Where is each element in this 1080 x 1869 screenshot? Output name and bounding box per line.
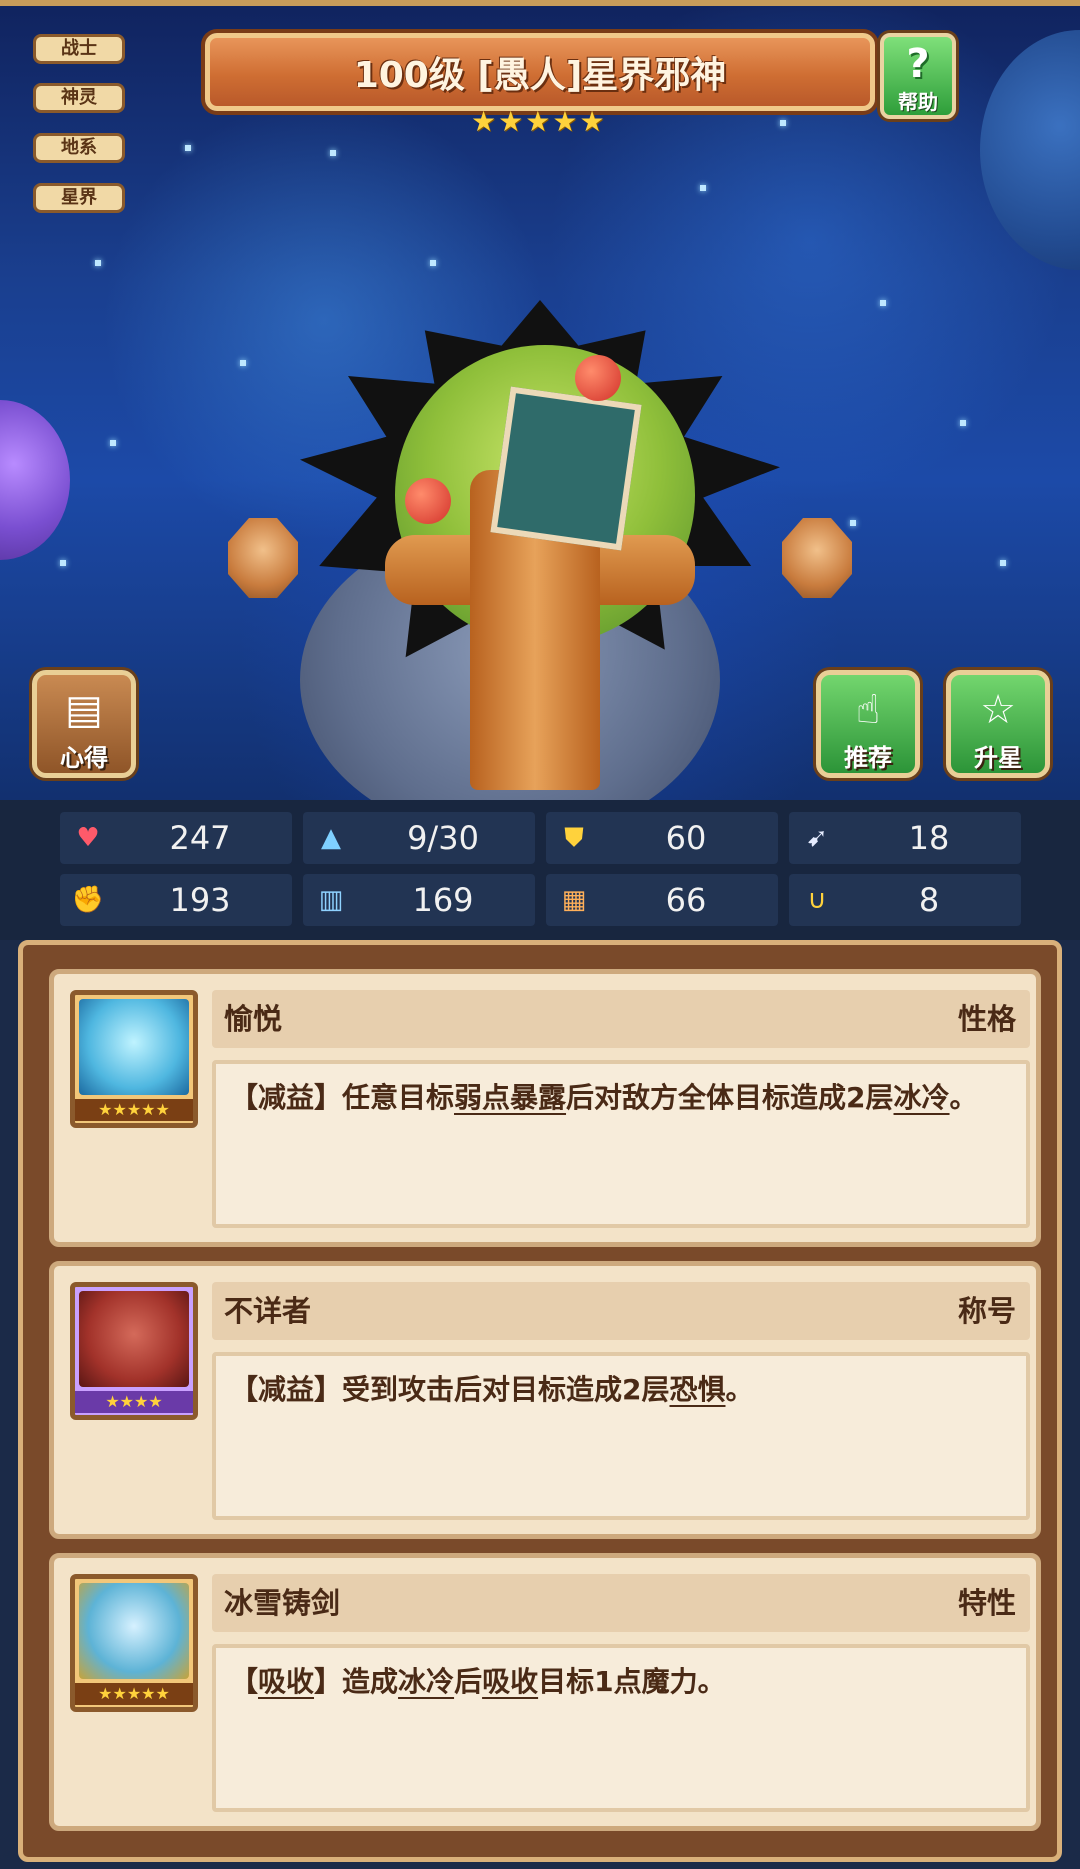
top-border [0,0,1080,6]
star-up-label: 升星 [974,744,1022,772]
stat-value: 8 [918,881,940,919]
horseshoe-icon: ∪ [807,885,827,915]
avatar [79,999,189,1095]
trait-card-feature[interactable]: ★★★★★ 冰雪铸剑 特性 【吸收】造成冰冷后吸收目标1点魔力。 [49,1553,1041,1831]
star-icon: ☆ [980,687,1016,733]
prev-hero-gem[interactable] [228,518,298,598]
planet-left [0,400,70,560]
desc-text: 】造成 [314,1665,399,1698]
keyword-link[interactable]: 恐惧 [669,1373,725,1406]
trait-name: 愉悦 [224,1002,283,1036]
trait-portrait: ★★★★★ [70,1574,198,1712]
trait-header: 愉悦 性格 [212,990,1030,1048]
stat-value: 169 [412,881,474,919]
keyword-link[interactable]: 吸收 [482,1665,538,1698]
stat-value: 66 [665,881,707,919]
stat-value: 18 [908,819,950,857]
portrait-stars: ★★★★★ [75,1099,193,1121]
trait-description: 【吸收】造成冰冷后吸收目标1点魔力。 [212,1644,1030,1812]
stat-luck: ∪ 8 [789,874,1021,926]
trait-type: 称号 [957,1294,1016,1328]
trait-type: 特性 [957,1586,1016,1620]
keyword-link[interactable]: 弱点暴露 [454,1081,566,1114]
star-icon: ★ [552,105,578,138]
trait-type: 性格 [957,1002,1016,1036]
stats-panel: ♥ 247 ▲ 9/30 ⛊ 60 ➹ 18 ✊ 193 ▥ 169 ▦ 66 … [0,800,1080,940]
stat-value: 60 [665,819,707,857]
hero-portrait-frame [490,386,642,551]
stat-defense: ⛊ 60 [546,812,778,864]
trait-name: 不详者 [224,1294,312,1328]
wing-icon: ➹ [806,823,828,853]
portrait-stars: ★★★★ [75,1391,193,1413]
desc-text: 目标1点魔力。 [538,1665,726,1698]
stat-value: 247 [169,819,231,857]
recommend-button[interactable]: ☝ 推荐 [816,670,920,778]
next-hero-gem[interactable] [782,518,852,598]
hero-title-banner: 100级 [愚人]星界邪神 [205,33,875,111]
book-icon: ▥ [318,885,344,915]
desc-text: 后 [454,1665,483,1698]
hero-title: 100级 [愚人]星界邪神 [353,55,727,96]
trait-portrait: ★★★★★ [70,990,198,1128]
water-drop-icon: ▲ [321,823,341,853]
portrait-stars: ★★★★★ [75,1683,193,1705]
planet-right [980,30,1080,270]
stat-hp: ♥ 247 [60,812,292,864]
stat-attack: ✊ 193 [60,874,292,926]
trait-card-title[interactable]: ★★★★ 不详者 称号 【减益】受到攻击后对目标造成2层恐惧。 [49,1261,1041,1539]
tag-class: 战士 [33,34,125,64]
desc-text: 【 [230,1665,259,1698]
stat-value: 193 [169,881,231,919]
star-icon: ★ [498,105,524,138]
avatar [79,1583,189,1679]
notes-button[interactable]: ▤ 心得 [32,670,136,778]
notes-label: 心得 [60,744,108,772]
desc-text: 。 [949,1081,978,1114]
desc-text: 后对敌方全体目标造成2层 [566,1081,894,1114]
trait-name: 冰雪铸剑 [224,1586,341,1620]
thumbs-up-icon: ☝ [855,687,881,733]
help-button[interactable]: ? 帮助 [880,33,956,119]
red-orb [575,355,621,401]
scroll-icon: ▦ [561,885,587,915]
trait-portrait: ★★★★ [70,1282,198,1420]
trait-header: 冰雪铸剑 特性 [212,1574,1030,1632]
trait-description: 【减益】受到攻击后对目标造成2层恐惧。 [212,1352,1030,1520]
red-orb [405,478,451,524]
desc-text: 。 [725,1373,754,1406]
trait-card-personality[interactable]: ★★★★★ 愉悦 性格 【减益】任意目标弱点暴露后对敌方全体目标造成2层冰冷。 [49,969,1041,1247]
recommend-label: 推荐 [844,744,892,772]
stat-magic: ▥ 169 [303,874,535,926]
avatar [79,1291,189,1387]
desc-text: 【减益】任意目标 [230,1081,455,1114]
star-up-button[interactable]: ☆ 升星 [946,670,1050,778]
stat-mana: ▲ 9/30 [303,812,535,864]
stat-speed: ➹ 18 [789,812,1021,864]
tag-race: 神灵 [33,83,125,113]
tag-origin: 星界 [33,183,125,213]
traits-panel: ★★★★★ 愉悦 性格 【减益】任意目标弱点暴露后对敌方全体目标造成2层冰冷。 … [18,940,1062,1862]
keyword-link[interactable]: 吸收 [258,1665,314,1698]
star-icon: ★ [525,105,551,138]
note-icon: ▤ [65,687,103,733]
trait-description: 【减益】任意目标弱点暴露后对敌方全体目标造成2层冰冷。 [212,1060,1030,1228]
stat-resist: ▦ 66 [546,874,778,926]
heart-icon: ♥ [76,823,100,853]
keyword-link[interactable]: 冰冷 [894,1081,950,1114]
hero-star-rating: ★ ★ ★ ★ ★ [470,107,606,137]
tag-element: 地系 [33,133,125,163]
star-icon: ★ [579,105,605,138]
question-icon: ? [906,41,930,87]
help-label: 帮助 [898,90,938,114]
stat-value: 9/30 [407,819,479,857]
hero-scene: 战士 神灵 地系 星界 100级 [愚人]星界邪神 ★ ★ ★ ★ ★ ? 帮助 ▤ 心… [0,0,1080,800]
desc-text: 【减益】受到攻击后对目标造成2层 [230,1373,670,1406]
shield-icon: ⛊ [564,822,584,853]
star-icon: ★ [471,105,497,138]
trait-header: 不详者 称号 [212,1282,1030,1340]
keyword-link[interactable]: 冰冷 [398,1665,454,1698]
fist-icon: ✊ [71,885,105,915]
